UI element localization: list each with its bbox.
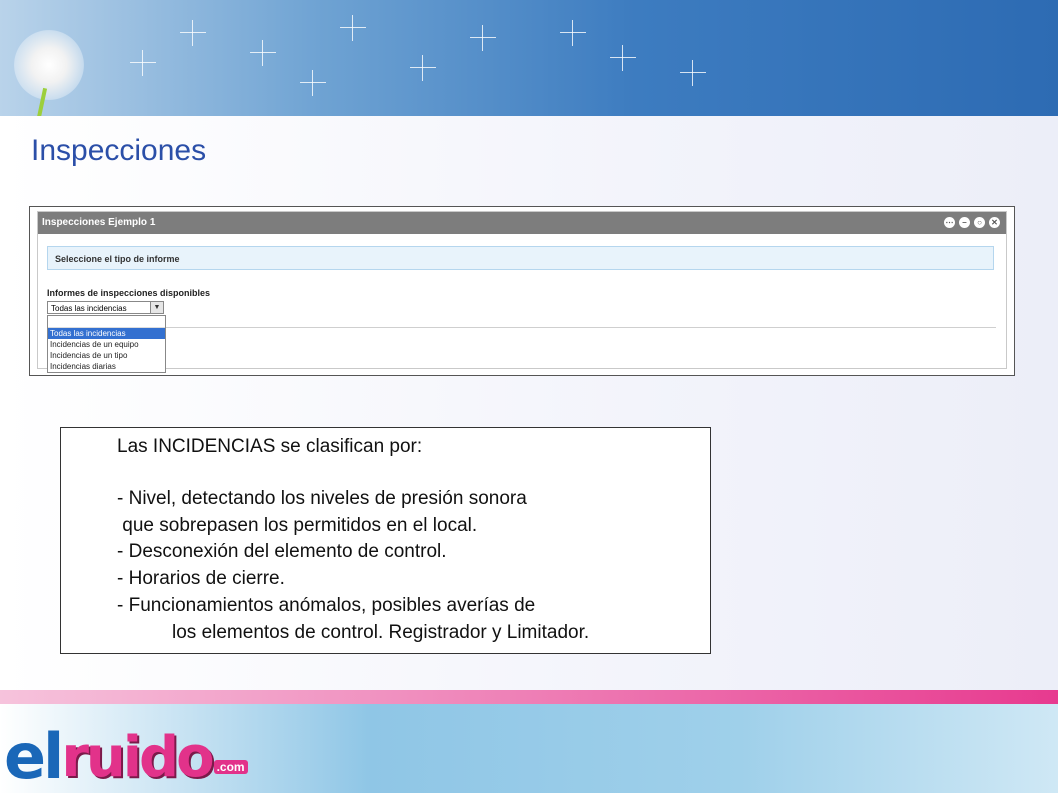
section-label: Informes de inspecciones disponibles [47,288,211,298]
slide-title: Inspecciones [31,134,207,167]
window-controls: ⋯ – ○ ✕ [944,217,1000,228]
header-banner [0,0,1058,116]
select-value: Todas las incidencias [51,304,127,313]
notes-textbox: Las INCIDENCIAS se clasifican por: - Niv… [60,427,711,654]
embedded-screenshot: Inspecciones Ejemplo 1 ⋯ – ○ ✕ Seleccion… [29,206,1015,376]
report-type-select[interactable]: Todas las incidencias ▼ [47,301,164,314]
seed-decoration [560,20,586,46]
elruido-logo: el ruido .com [4,706,248,792]
minimize-icon[interactable]: – [959,217,970,228]
dropdown-option[interactable]: Incidencias de un tipo [48,350,165,361]
seed-decoration [340,15,366,41]
logo-com: .com [213,760,248,774]
dropdown-option[interactable]: Todas las incidencias [48,328,165,339]
info-bar: Seleccione el tipo de informe [47,246,994,270]
logo-ruido: ruido [61,725,214,790]
chevron-down-icon[interactable]: ▼ [150,302,163,313]
seed-decoration [300,70,326,96]
dropdown-option[interactable]: Incidencias diarias [48,361,165,372]
divider [166,327,996,328]
seed-decoration [610,45,636,71]
window-titlebar: Inspecciones Ejemplo 1 ⋯ – ○ ✕ [38,212,1006,234]
close-icon[interactable]: ✕ [989,217,1000,228]
logo-el: el [4,720,64,793]
more-icon[interactable]: ⋯ [944,217,955,228]
seed-decoration [130,50,156,76]
inspections-window: Inspecciones Ejemplo 1 ⋯ – ○ ✕ Seleccion… [37,211,1007,373]
seed-decoration [250,40,276,66]
notes-line: - Funcionamientos anómalos, posibles ave… [117,595,536,616]
seed-decoration [680,60,706,86]
seed-decoration [410,55,436,81]
seed-decoration [470,25,496,51]
dropdown-blank-row [48,316,165,328]
notes-line: los elementos de control. Registrador y … [172,622,590,643]
maximize-icon[interactable]: ○ [974,217,985,228]
dropdown-option[interactable]: Incidencias de un equipo [48,339,165,350]
window-title: Inspecciones Ejemplo 1 [42,217,156,228]
notes-line: - Nivel, detectando los niveles de presi… [117,488,527,509]
notes-line: que sobrepasen los permitidos en el loca… [117,515,478,536]
footer-strip [0,690,1058,704]
report-type-dropdown: Todas las incidencias Incidencias de un … [47,315,166,373]
dandelion-image [14,30,84,100]
seed-decoration [180,20,206,46]
notes-line: - Horarios de cierre. [117,568,285,589]
notes-line: Las INCIDENCIAS se clasifican por: [117,436,423,457]
notes-line: - Desconexión del elemento de control. [117,541,447,562]
